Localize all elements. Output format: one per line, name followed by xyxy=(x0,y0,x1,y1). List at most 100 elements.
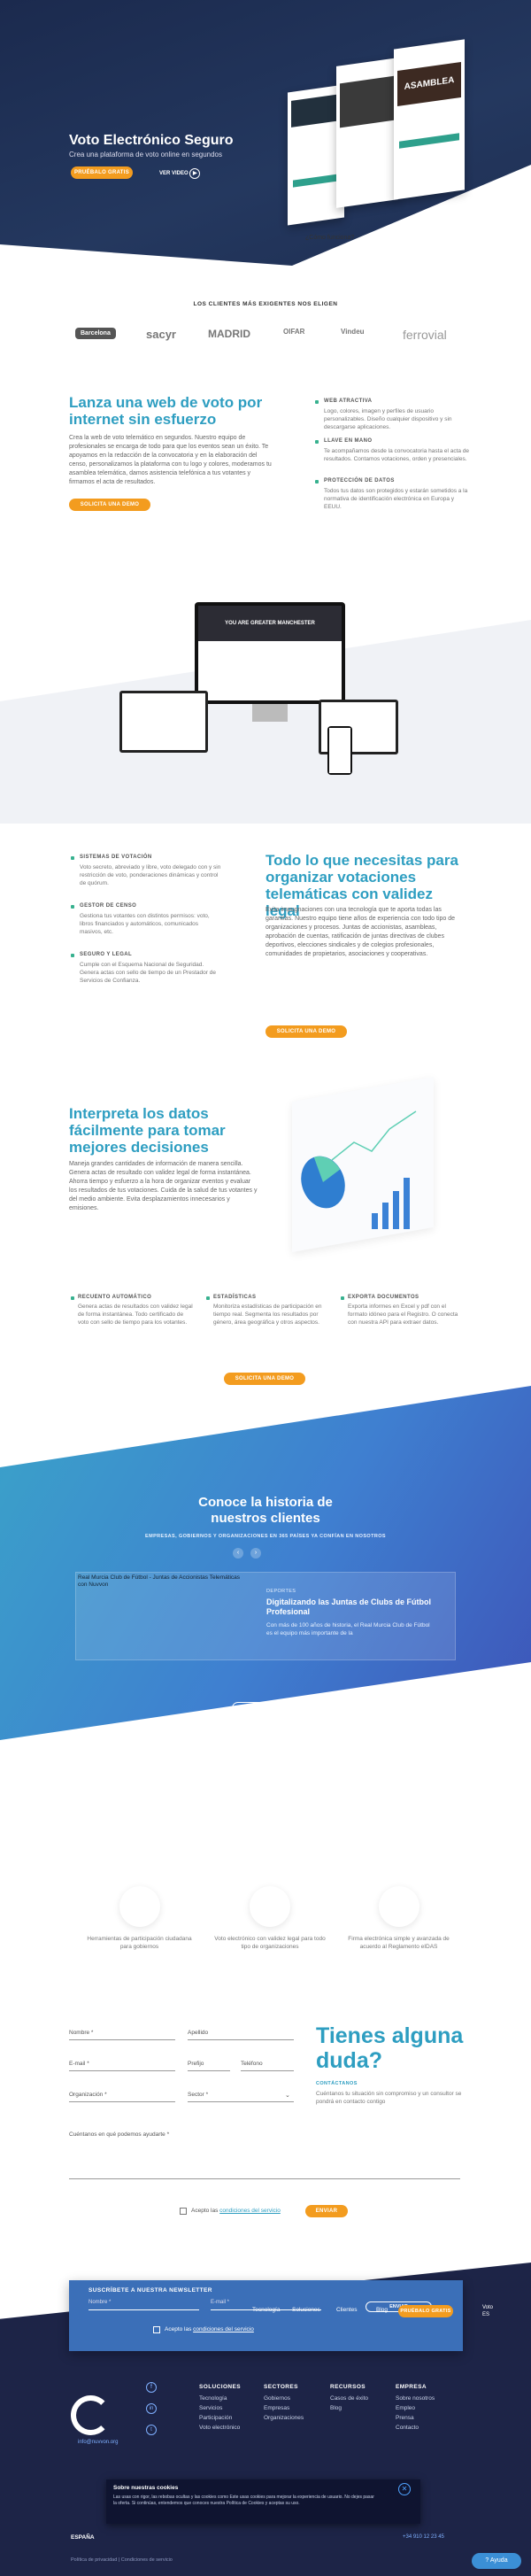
more-cases-button[interactable]: LEE MÁS CASOS xyxy=(232,1702,299,1714)
circles-row: Herramientas de participación ciudadana … xyxy=(84,1886,456,1950)
name-field[interactable]: Nombre * xyxy=(69,2028,175,2040)
feature-turnkey-desc: Te acompañamos desde la convocatoria has… xyxy=(324,448,470,462)
contact-heading: Tienes alguna duda? xyxy=(316,2023,464,2073)
footer-col-company: EMPRESA Sobre nosotros Empleo Prensa Contact… xyxy=(396,2384,435,2431)
stories-title: Conoce la historia de nuestros clientes xyxy=(198,1495,333,1526)
cookie-banner: Sobre nuestras cookies Las usas con rigo… xyxy=(106,2479,420,2524)
feature-census-desc: Gestiona tus votantes con distintos perm… xyxy=(80,913,210,935)
close-icon[interactable]: ✕ xyxy=(398,2483,411,2495)
hero-subtitle: Crea una plataforma de voto online en se… xyxy=(69,151,223,159)
chevron-down-icon: ⌄ xyxy=(285,2093,290,2099)
circle-signature-label: Firma electrónica simple y avanzada de a… xyxy=(348,1936,450,1950)
help-icon: ? xyxy=(485,2557,489,2564)
footer-tel: +34 910 12 23 45 xyxy=(403,2534,444,2540)
contact-kicker: CONTÁCTANOS xyxy=(316,2081,358,2086)
feature-web-title: WEB ATRACTIVA xyxy=(324,398,373,404)
cookie-body: Las usas con rigor, las rebobas ocultas … xyxy=(113,2495,374,2506)
client-logo-vindeu: Vindeu xyxy=(341,328,365,336)
try-free-button[interactable]: PRUÉBALO GRATIS xyxy=(71,166,133,179)
organization-field[interactable]: Organización * xyxy=(69,2090,175,2102)
client-logo-barcelona: Barcelona xyxy=(75,328,116,339)
nav-tecnologia[interactable]: Tecnología xyxy=(252,2307,280,2313)
accept-checkbox[interactable] xyxy=(180,2208,187,2215)
footer-logo xyxy=(71,2395,111,2435)
monitor: YOU ARE GREATER MANCHESTER xyxy=(195,602,345,704)
terms-link[interactable]: condiciones del servicio xyxy=(219,2208,281,2214)
play-icon: ▶ xyxy=(189,168,201,179)
help-button[interactable]: ? Ayuda xyxy=(472,2553,521,2569)
footer-col-resources: RECURSOS Casos de éxito Blog xyxy=(330,2384,368,2411)
feature-voting-desc: Voto secreto, abreviado y libre, voto de… xyxy=(80,864,221,886)
nav-clientes[interactable]: Clientes xyxy=(336,2307,357,2313)
email-field[interactable]: E-mail * xyxy=(69,2059,175,2071)
stories-section xyxy=(0,1386,531,1740)
case-title: Digitalizando las Juntas de Clubs de Fút… xyxy=(266,1597,432,1616)
circle-signature[interactable] xyxy=(379,1886,419,1927)
prefix-select[interactable]: Prefijo xyxy=(188,2059,230,2071)
case-kicker: DEPORTES xyxy=(266,1589,296,1594)
feature-export-title: EXPORTA DOCUMENTOS xyxy=(348,1295,419,1300)
sticky-nav: Tecnología Soluciones Clientes Blog PRUÉ… xyxy=(71,2304,531,2319)
data-demo-button[interactable]: SOLICITA UNA DEMO xyxy=(224,1373,305,1385)
phone-field[interactable]: Teléfono xyxy=(241,2059,294,2071)
newsletter-terms-link[interactable]: condiciones del servicio xyxy=(193,2326,254,2332)
footer-email[interactable]: info@nuvvon.org xyxy=(78,2440,118,2445)
launch-body: Crea la web de voto telemático en segund… xyxy=(69,435,272,485)
all-body: Evita impugnaciones con una tecnología q… xyxy=(266,907,456,957)
clients-title: LOS CLIENTES MÁS EXIGENTES NOS ELIGEN xyxy=(193,301,338,307)
mockup-question: ¿Cómo funciona? xyxy=(305,235,355,241)
feature-stats-title: ESTADÍSTICAS xyxy=(213,1295,257,1300)
feature-legal-title: SEGURO Y LEGAL xyxy=(80,952,133,957)
case-body: Con más de 100 años de historia, el Real… xyxy=(266,1622,430,1636)
case-card[interactable]: Real Murcia Club de Fútbol - Juntas de A… xyxy=(75,1572,456,1660)
nav-blog[interactable]: Blog xyxy=(376,2307,388,2313)
feature-web-desc: Logo, colores, imagen y perfiles de usua… xyxy=(324,408,452,430)
client-logo-sacyr: sacyr xyxy=(146,328,176,341)
client-logo-ferrovial: ferrovial xyxy=(403,328,447,342)
laptop-left xyxy=(119,691,208,753)
twitter-icon[interactable]: t xyxy=(146,2425,157,2435)
contact-desc: Cuéntanos tu situación sin compromiso y … xyxy=(316,2091,462,2105)
footer-col-sectors: SECTORES Gobiernos Empresas Organizaciones xyxy=(264,2384,304,2421)
data-body: Maneja grandes cantidades de información… xyxy=(69,1161,258,1211)
circle-voting[interactable] xyxy=(250,1886,290,1927)
all-demo-button[interactable]: SOLICITA UNA DEMO xyxy=(266,1025,347,1038)
feature-stats-desc: Monitoriza estadísticas de participación… xyxy=(213,1303,322,1326)
feature-count-desc: Genera actas de resultados con validez l… xyxy=(78,1303,193,1326)
feature-turnkey-title: LLAVE EN MANO xyxy=(324,438,373,444)
hero-title: Voto Electrónico Seguro xyxy=(69,133,234,148)
analytics-illustration xyxy=(283,1076,442,1253)
case-image: Real Murcia Club de Fútbol - Juntas de A… xyxy=(78,1574,241,1588)
feature-voting-title: SISTEMAS DE VOTACIÓN xyxy=(80,855,152,860)
circle-participation[interactable] xyxy=(119,1886,160,1927)
linkedin-icon[interactable]: in xyxy=(146,2403,157,2414)
launch-title: Lanza una web de voto por internet sin e… xyxy=(69,394,263,428)
feature-data-desc: Todos tus datos son protegidos y estarán… xyxy=(324,488,468,510)
newsletter-accept: Acepto las condiciones del servicio xyxy=(165,2326,254,2332)
lastname-field[interactable]: Apellido xyxy=(188,2028,294,2040)
circle-participation-label: Herramientas de participación ciudadana … xyxy=(87,1936,192,1950)
facebook-icon[interactable]: f xyxy=(146,2382,157,2393)
monitor-stand xyxy=(252,704,288,722)
analytics-chart-icon xyxy=(301,1110,417,1229)
message-field[interactable]: Cuéntanos en qué podemos ayudarte * xyxy=(69,2130,460,2179)
footer-legal-links[interactable]: Política de privacidad | Condiciones de … xyxy=(71,2557,173,2563)
prev-arrow-icon[interactable]: ‹ xyxy=(233,1548,243,1559)
feature-data-title: PROTECCIÓN DE DATOS xyxy=(324,478,395,483)
launch-demo-button[interactable]: SOLICITA UNA DEMO xyxy=(69,499,150,511)
feature-legal-desc: Cumple con el Esquema Nacional de Seguri… xyxy=(80,962,216,984)
send-button[interactable]: ENVIAR xyxy=(305,2205,348,2217)
watch-video-link[interactable]: VER VIDEO ▶ xyxy=(159,168,201,179)
cookie-title: Sobre nuestras cookies xyxy=(113,2485,179,2491)
next-arrow-icon[interactable]: › xyxy=(250,1548,261,1559)
client-logo-madrid: MADRID xyxy=(208,328,250,340)
client-logos: Barcelona sacyr MADRID OIFAR Vindeu ferr… xyxy=(75,328,500,345)
nav-try-button[interactable]: PRUÉBALO GRATIS xyxy=(398,2305,453,2317)
language-select[interactable]: Voto ES xyxy=(482,2304,493,2318)
feature-export-desc: Exporta informes en Excel y pdf con el f… xyxy=(348,1303,458,1326)
sector-select[interactable]: Sector * xyxy=(188,2090,294,2102)
nav-soluciones[interactable]: Soluciones xyxy=(292,2307,320,2313)
newsletter-checkbox[interactable] xyxy=(153,2326,160,2333)
mockup-card-3: ASAMBLEA xyxy=(394,39,465,200)
client-logo-oifar: OIFAR xyxy=(283,328,305,336)
